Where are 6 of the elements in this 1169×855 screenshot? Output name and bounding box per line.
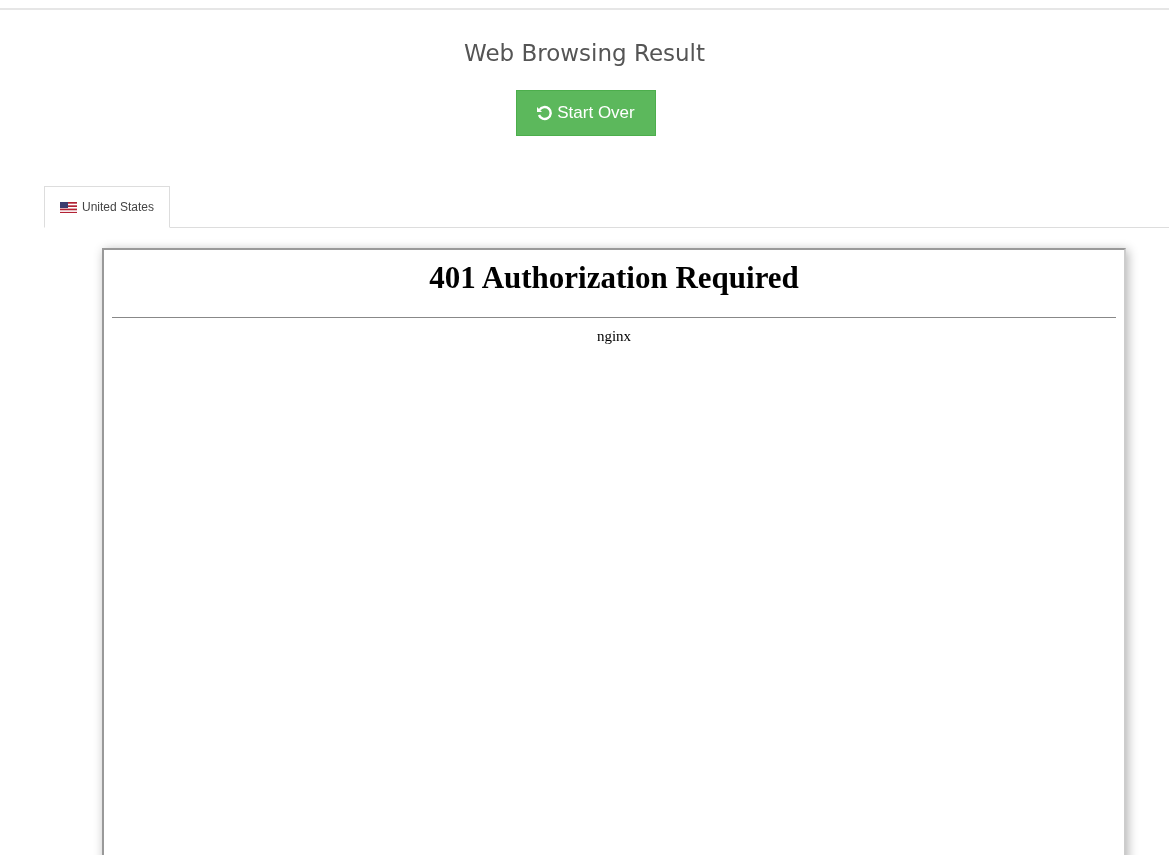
error-heading: 401 Authorization Required [428,260,800,296]
server-name: nginx [595,328,633,345]
country-tab[interactable]: United States [44,186,171,228]
undo-icon [536,105,553,121]
flag-icon [60,201,77,213]
page-title: Web Browsing Result [463,39,706,68]
